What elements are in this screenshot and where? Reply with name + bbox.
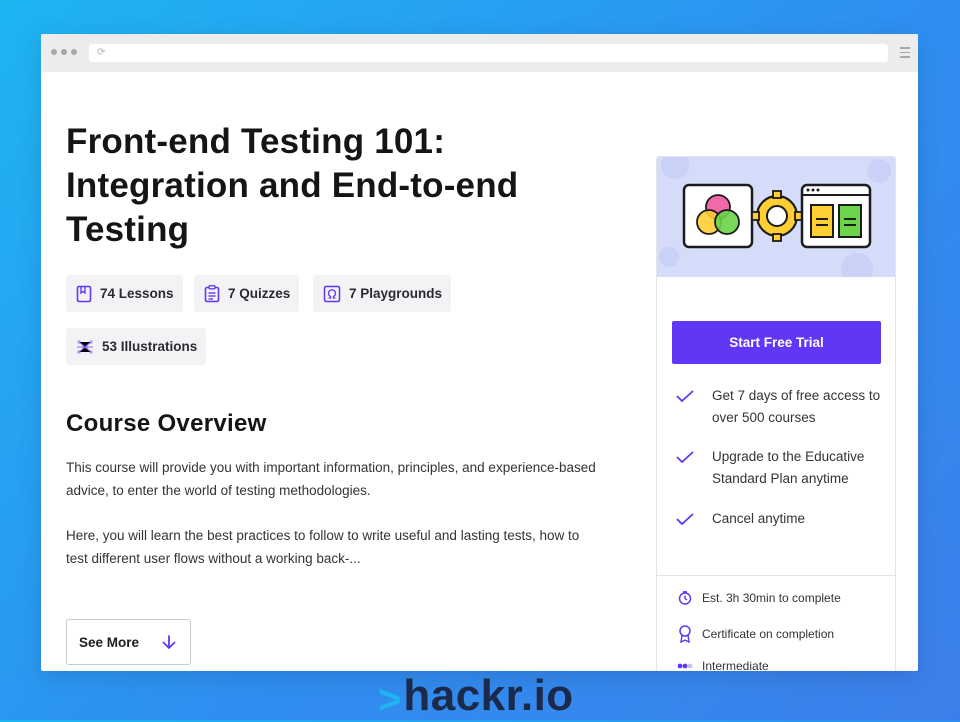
see-more-label: See More xyxy=(79,634,140,650)
meta-level: Intermediate xyxy=(677,659,769,671)
course-illustration-icon xyxy=(659,157,891,285)
course-title: Front-end Testing 101: Integration and E… xyxy=(66,122,519,249)
playground-icon xyxy=(323,285,341,302)
hackr-io-logo: > hackr.io xyxy=(378,668,574,722)
stat-playgrounds: 7 Playgrounds xyxy=(313,275,452,312)
address-bar[interactable]: ⟳ xyxy=(89,44,888,62)
overview-paragraph-2: Here, you will learn the best practices … xyxy=(66,528,580,566)
logo-caret: > xyxy=(378,678,402,722)
browser-toolbar: ⟳ xyxy=(41,34,918,72)
benefit-text: Get 7 days of free access to over 500 co… xyxy=(712,388,881,425)
stat-quizzes: 7 Quizzes xyxy=(194,275,300,312)
check-icon xyxy=(676,390,694,403)
meta-label: Est. 3h 30min to complete xyxy=(702,591,841,605)
stat-label: 53 Illustrations xyxy=(102,339,198,354)
stat-label: 7 Quizzes xyxy=(228,286,291,301)
window-controls[interactable] xyxy=(51,49,77,55)
meta-certificate: Certificate on completion xyxy=(677,625,834,643)
meta-duration: Est. 3h 30min to complete xyxy=(677,591,841,605)
page-content: Front-end Testing 101: Integration and E… xyxy=(41,72,918,671)
stat-label: 74 Lessons xyxy=(100,286,174,301)
clock-icon xyxy=(678,591,692,605)
see-more-button[interactable]: See More xyxy=(66,619,191,665)
hamburger-menu-icon[interactable] xyxy=(900,47,910,61)
browser-window: ⟳ Front-end Testing 101: Integration and… xyxy=(41,34,918,671)
stat-illustrations: 53 Illustrations xyxy=(66,328,207,365)
reload-icon[interactable]: ⟳ xyxy=(97,46,105,60)
card-divider xyxy=(657,575,895,576)
quiz-icon xyxy=(204,284,220,302)
cta-label: Start Free Trial xyxy=(729,335,824,350)
meta-label: Intermediate xyxy=(702,659,769,671)
logo-text: hackr.io xyxy=(403,671,574,720)
check-icon xyxy=(676,513,694,526)
enrollment-card: Start Free Trial Get 7 days of free acce… xyxy=(656,156,896,671)
illustration-icon xyxy=(77,339,93,354)
stat-lessons: 74 Lessons xyxy=(66,275,183,312)
meta-label: Certificate on completion xyxy=(702,627,835,641)
course-banner-illustration xyxy=(657,157,895,285)
benefit-text: Upgrade to the Educative Standard Plan a… xyxy=(712,449,865,486)
start-free-trial-button[interactable]: Start Free Trial xyxy=(672,321,881,364)
benefit-text: Cancel anytime xyxy=(712,511,806,526)
level-icon xyxy=(677,663,693,669)
stat-label: 7 Playgrounds xyxy=(349,286,443,301)
course-overview-heading: Course Overview xyxy=(66,410,267,437)
benefit-upgrade: Upgrade to the Educative Standard Plan a… xyxy=(675,446,885,490)
arrow-down-icon xyxy=(162,635,176,649)
benefit-free-access: Get 7 days of free access to over 500 co… xyxy=(675,385,885,429)
book-icon xyxy=(76,285,92,302)
certificate-icon xyxy=(679,625,691,643)
check-icon xyxy=(676,451,694,464)
overview-paragraph-1: This course will provide you with import… xyxy=(66,460,596,498)
benefit-cancel: Cancel anytime xyxy=(675,508,885,530)
